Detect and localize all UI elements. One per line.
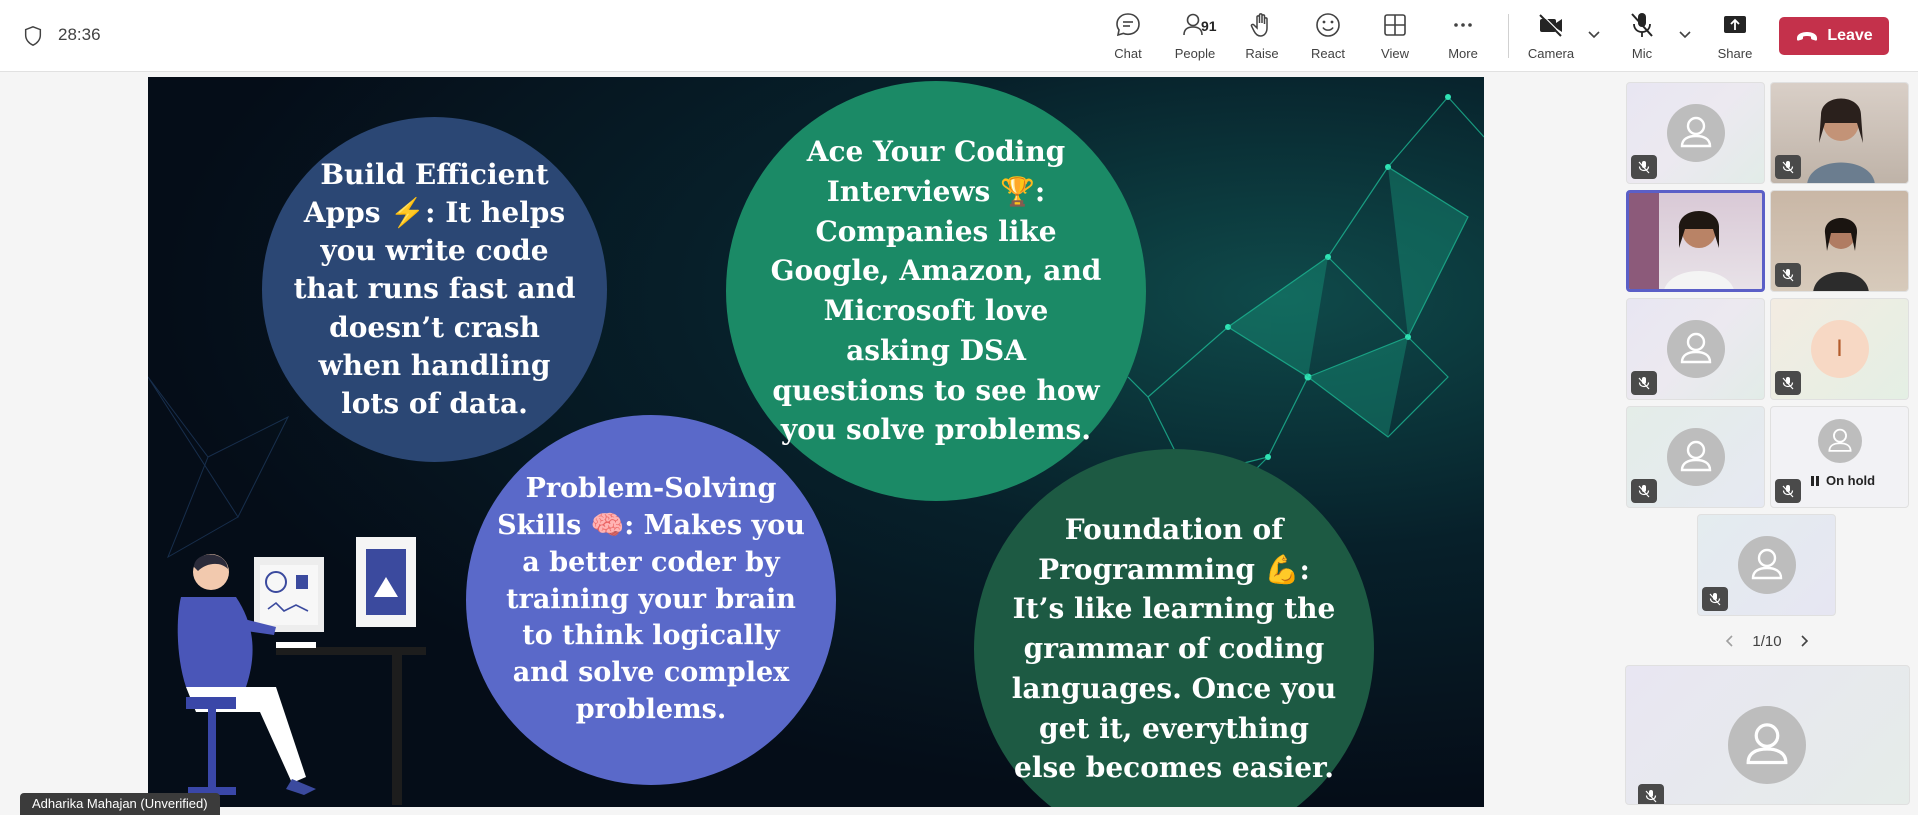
muted-indicator (1702, 587, 1728, 611)
avatar (1728, 706, 1806, 784)
avatar (1666, 320, 1725, 378)
shared-content-stage: Build Efficient Apps ⚡: It helps you wri… (0, 73, 1610, 815)
camera-button[interactable]: Camera (1519, 10, 1583, 66)
shield-icon (24, 26, 42, 46)
meeting-toolbar: 28:36 Chat 91 People Raise React View Mo… (0, 0, 1918, 72)
smiley-icon (1316, 13, 1340, 37)
chat-button[interactable]: Chat (1096, 10, 1160, 66)
person-icon (1751, 548, 1782, 580)
bubble-build-efficient-apps: Build Efficient Apps ⚡: It helps you wri… (262, 117, 607, 462)
view-label: View (1381, 46, 1409, 61)
avatar-initial: I (1810, 320, 1869, 378)
grid-view-icon (1384, 14, 1406, 36)
react-label: React (1311, 46, 1345, 61)
participant-tile[interactable] (1626, 406, 1765, 508)
mic-off-icon (1709, 593, 1721, 606)
muted-indicator (1775, 155, 1801, 179)
active-speaker-video-tile[interactable] (1626, 190, 1765, 292)
muted-indicator (1631, 155, 1657, 179)
mic-off-icon (1782, 269, 1794, 282)
page-indicator: 1/10 (1752, 632, 1782, 650)
person-icon (1680, 332, 1711, 364)
mic-off-icon (1782, 377, 1794, 390)
view-button[interactable]: View (1363, 10, 1427, 66)
camera-off-icon (1539, 13, 1563, 37)
camera-label: Camera (1527, 46, 1575, 61)
participant-pager: 1/10 (1717, 630, 1817, 652)
chevron-right-icon[interactable] (1796, 633, 1812, 649)
people-button[interactable]: 91 People (1163, 10, 1227, 66)
pause-icon (1811, 475, 1819, 486)
mic-label: Mic (1631, 46, 1653, 61)
share-icon (1724, 16, 1746, 33)
muted-indicator (1775, 479, 1801, 503)
bubble-ace-coding-interviews: Ace Your Coding Interviews 🏆: Companies … (726, 81, 1146, 501)
muted-indicator (1775, 263, 1801, 287)
more-button[interactable]: More (1431, 10, 1495, 66)
participant-video-tile[interactable] (1770, 190, 1909, 292)
mic-off-icon (1645, 790, 1657, 803)
toolbar-divider (1508, 14, 1509, 58)
person-icon (1746, 723, 1788, 765)
mic-off-icon (1638, 161, 1650, 174)
meeting-timer: 28:36 (58, 25, 101, 44)
more-icon (1454, 23, 1472, 27)
mic-options-chevron-icon[interactable] (1677, 26, 1693, 42)
person-icon (1827, 428, 1852, 452)
avatar (1737, 536, 1796, 594)
presentation-slide: Build Efficient Apps ⚡: It helps you wri… (148, 77, 1484, 807)
chat-icon (1116, 13, 1140, 37)
participant-tile-on-hold[interactable]: On hold (1770, 406, 1909, 508)
person-icon (1680, 440, 1711, 472)
participant-tile[interactable] (1626, 298, 1765, 400)
raise-hand-button[interactable]: Raise (1230, 10, 1294, 66)
muted-indicator (1638, 784, 1664, 804)
chevron-left-icon[interactable] (1722, 633, 1738, 649)
mic-off-icon (1638, 377, 1650, 390)
leave-button[interactable]: Leave (1779, 17, 1889, 55)
mic-off-icon (1638, 485, 1650, 498)
avatar (1817, 419, 1862, 463)
phone-hangup-icon (1797, 32, 1818, 41)
presenter-name-tag: Adharika Mahajan (Unverified) (20, 793, 220, 815)
participant-tile[interactable] (1626, 82, 1765, 184)
people-count-badge: 91 (1201, 18, 1217, 34)
more-label: More (1448, 46, 1478, 61)
camera-options-chevron-icon[interactable] (1586, 26, 1602, 42)
mic-button[interactable]: Mic (1610, 10, 1674, 66)
chat-label: Chat (1114, 46, 1142, 61)
participant-tile[interactable]: I (1770, 298, 1909, 400)
leave-label: Leave (1827, 27, 1873, 44)
avatar (1666, 428, 1725, 486)
people-label: People (1174, 46, 1216, 61)
muted-indicator (1775, 371, 1801, 395)
on-hold-status: On hold (1809, 473, 1875, 488)
bubble-problem-solving-skills: Problem-Solving Skills 🧠: Makes you a be… (466, 415, 836, 785)
share-button[interactable]: Share (1703, 10, 1767, 66)
participant-video-frame (1629, 193, 1734, 289)
person-icon (1680, 116, 1711, 148)
self-view-tile[interactable] (1625, 665, 1910, 805)
mic-off-icon (1782, 161, 1794, 174)
person-at-computer-illustration (177, 537, 426, 805)
mic-off-icon (1631, 13, 1653, 37)
react-button[interactable]: React (1296, 10, 1360, 66)
participant-video-tile[interactable] (1770, 82, 1909, 184)
mic-off-icon (1782, 485, 1794, 498)
raise-label: Raise (1245, 46, 1279, 61)
muted-indicator (1631, 371, 1657, 395)
participant-tile[interactable] (1697, 514, 1836, 616)
share-label: Share (1717, 46, 1753, 61)
muted-indicator (1631, 479, 1657, 503)
on-hold-label: On hold (1826, 473, 1876, 488)
hand-icon (1250, 13, 1268, 37)
avatar (1666, 104, 1725, 162)
